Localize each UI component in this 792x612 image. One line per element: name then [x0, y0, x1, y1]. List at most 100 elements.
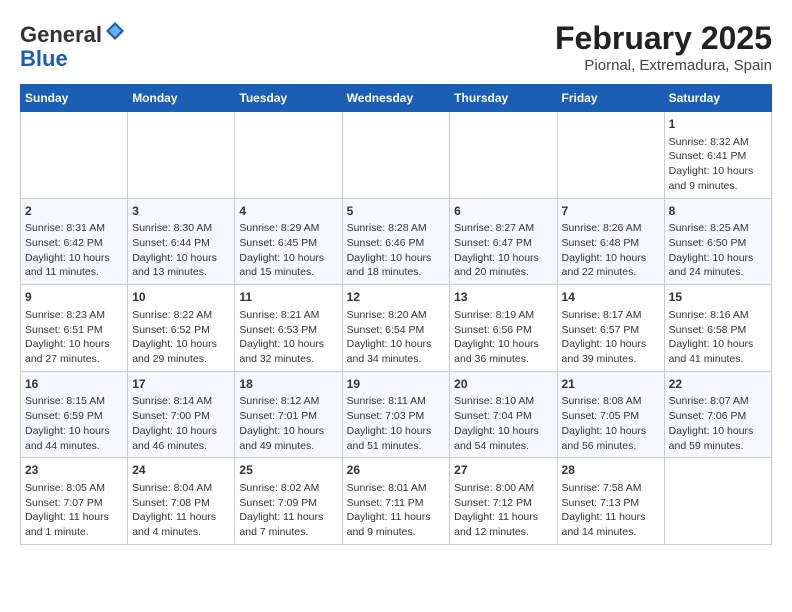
day-number: 11 [239, 289, 337, 306]
calendar-cell: 12Sunrise: 8:20 AMSunset: 6:54 PMDayligh… [342, 285, 450, 372]
day-info: Sunset: 7:03 PM [347, 409, 446, 424]
day-number: 24 [132, 462, 230, 479]
day-info: Sunrise: 8:21 AM [239, 308, 337, 323]
day-info: Sunset: 6:59 PM [25, 409, 123, 424]
calendar-cell: 21Sunrise: 8:08 AMSunset: 7:05 PMDayligh… [557, 371, 664, 458]
day-info: Sunset: 6:42 PM [25, 236, 123, 251]
day-number: 2 [25, 203, 123, 220]
day-number: 26 [347, 462, 446, 479]
day-info: Sunrise: 8:20 AM [347, 308, 446, 323]
calendar-body: 1Sunrise: 8:32 AMSunset: 6:41 PMDaylight… [21, 112, 772, 545]
calendar-cell: 28Sunrise: 7:58 AMSunset: 7:13 PMDayligh… [557, 458, 664, 545]
day-info: Sunrise: 8:19 AM [454, 308, 552, 323]
day-info: Sunset: 7:08 PM [132, 496, 230, 511]
calendar-cell: 11 Sunrise: 8:21 AMSunset: 6:53 PMDayligh… [235, 285, 342, 372]
day-info: Daylight: 10 hours and 56 minutes. [562, 424, 660, 453]
calendar-cell: 10Sunrise: 8:22 AMSunset: 6:52 PMDayligh… [128, 285, 235, 372]
weekday-header: Saturday [664, 85, 771, 112]
day-info: Sunrise: 8:15 AM [25, 394, 123, 409]
calendar-cell: 16Sunrise: 8:15 AMSunset: 6:59 PMDayligh… [21, 371, 128, 458]
calendar-cell: 7Sunrise: 8:26 AMSunset: 6:48 PMDaylight… [557, 198, 664, 285]
day-info: Sunrise: 8:10 AM [454, 394, 552, 409]
calendar-cell [235, 112, 342, 199]
day-number: 19 [347, 376, 446, 393]
day-info: Sunrise: 8:14 AM [132, 394, 230, 409]
day-info: Sunrise: 8:08 AM [562, 394, 660, 409]
weekday-header: Wednesday [342, 85, 450, 112]
day-info: Daylight: 10 hours and 20 minutes. [454, 251, 552, 280]
logo-icon [104, 20, 126, 42]
day-info: Sunrise: 8:12 AM [239, 394, 337, 409]
day-info: Sunrise: 8:01 AM [347, 481, 446, 496]
day-number: 7 [562, 203, 660, 220]
day-info: Sunrise: 8:28 AM [347, 221, 446, 236]
day-info: Daylight: 10 hours and 59 minutes. [669, 424, 767, 453]
day-info: Daylight: 10 hours and 44 minutes. [25, 424, 123, 453]
weekday-header: Thursday [450, 85, 557, 112]
day-info: Daylight: 10 hours and 11 minutes. [25, 251, 123, 280]
day-info: Sunrise: 8:02 AM [239, 481, 337, 496]
day-info: Sunset: 7:05 PM [562, 409, 660, 424]
day-info: Sunrise: 8:29 AM [239, 221, 337, 236]
day-number: 17 [132, 376, 230, 393]
calendar-week-row: 16Sunrise: 8:15 AMSunset: 6:59 PMDayligh… [21, 371, 772, 458]
calendar-cell: 3Sunrise: 8:30 AMSunset: 6:44 PMDaylight… [128, 198, 235, 285]
day-info: Sunrise: 8:25 AM [669, 221, 767, 236]
day-info: Daylight: 10 hours and 36 minutes. [454, 337, 552, 366]
location: Piornal, Extremadura, Spain [555, 57, 772, 74]
day-number: 21 [562, 376, 660, 393]
weekday-header: Friday [557, 85, 664, 112]
calendar-cell: 6Sunrise: 8:27 AMSunset: 6:47 PMDaylight… [450, 198, 557, 285]
day-info: Sunrise: 8:23 AM [25, 308, 123, 323]
day-info: Sunrise: 8:00 AM [454, 481, 552, 496]
day-info: Daylight: 10 hours and 54 minutes. [454, 424, 552, 453]
day-info: Sunset: 6:56 PM [454, 323, 552, 338]
day-info: Daylight: 10 hours and 18 minutes. [347, 251, 446, 280]
day-info: Daylight: 11 hours and 14 minutes. [562, 510, 660, 539]
calendar-cell: 25Sunrise: 8:02 AMSunset: 7:09 PMDayligh… [235, 458, 342, 545]
day-info: Sunset: 7:12 PM [454, 496, 552, 511]
day-info: Daylight: 11 hours and 4 minutes. [132, 510, 230, 539]
day-info: Daylight: 11 hours and 7 minutes. [239, 510, 337, 539]
day-info: Sunset: 6:53 PM [239, 323, 337, 338]
day-info: Daylight: 10 hours and 41 minutes. [669, 337, 767, 366]
day-info: Sunset: 7:01 PM [239, 409, 337, 424]
day-info: Sunrise: 8:26 AM [562, 221, 660, 236]
day-number: 16 [25, 376, 123, 393]
day-info: Sunset: 6:41 PM [669, 149, 767, 164]
day-info: Daylight: 10 hours and 51 minutes. [347, 424, 446, 453]
weekday-header: Tuesday [235, 85, 342, 112]
day-number: 20 [454, 376, 552, 393]
logo: General Blue [20, 20, 126, 71]
day-number: 25 [239, 462, 337, 479]
logo-general-text: General [20, 22, 102, 47]
calendar-cell: 27Sunrise: 8:00 AMSunset: 7:12 PMDayligh… [450, 458, 557, 545]
day-number: 5 [347, 203, 446, 220]
day-number: 12 [347, 289, 446, 306]
day-number: 1 [669, 116, 767, 133]
day-info: Sunset: 7:00 PM [132, 409, 230, 424]
calendar-cell: 8Sunrise: 8:25 AMSunset: 6:50 PMDaylight… [664, 198, 771, 285]
day-number: 10 [132, 289, 230, 306]
day-number: 18 [239, 376, 337, 393]
month-title: February 2025 [555, 20, 772, 57]
calendar-cell: 19Sunrise: 8:11 AMSunset: 7:03 PMDayligh… [342, 371, 450, 458]
calendar-cell: 24Sunrise: 8:04 AMSunset: 7:08 PMDayligh… [128, 458, 235, 545]
weekday-header: Monday [128, 85, 235, 112]
day-info: Daylight: 11 hours and 12 minutes. [454, 510, 552, 539]
calendar-week-row: 1Sunrise: 8:32 AMSunset: 6:41 PMDaylight… [21, 112, 772, 199]
day-info: Sunrise: 8:31 AM [25, 221, 123, 236]
day-info: Sunrise: 7:58 AM [562, 481, 660, 496]
calendar-cell [342, 112, 450, 199]
day-info: Sunset: 6:50 PM [669, 236, 767, 251]
day-info: Sunset: 6:44 PM [132, 236, 230, 251]
day-info: Sunset: 7:06 PM [669, 409, 767, 424]
calendar-cell [128, 112, 235, 199]
day-info: Daylight: 11 hours and 9 minutes. [347, 510, 446, 539]
day-info: Daylight: 10 hours and 39 minutes. [562, 337, 660, 366]
day-info: Daylight: 10 hours and 32 minutes. [239, 337, 337, 366]
day-number: 13 [454, 289, 552, 306]
calendar-cell: 5Sunrise: 8:28 AMSunset: 6:46 PMDaylight… [342, 198, 450, 285]
day-info: Sunset: 6:52 PM [132, 323, 230, 338]
day-number: 9 [25, 289, 123, 306]
